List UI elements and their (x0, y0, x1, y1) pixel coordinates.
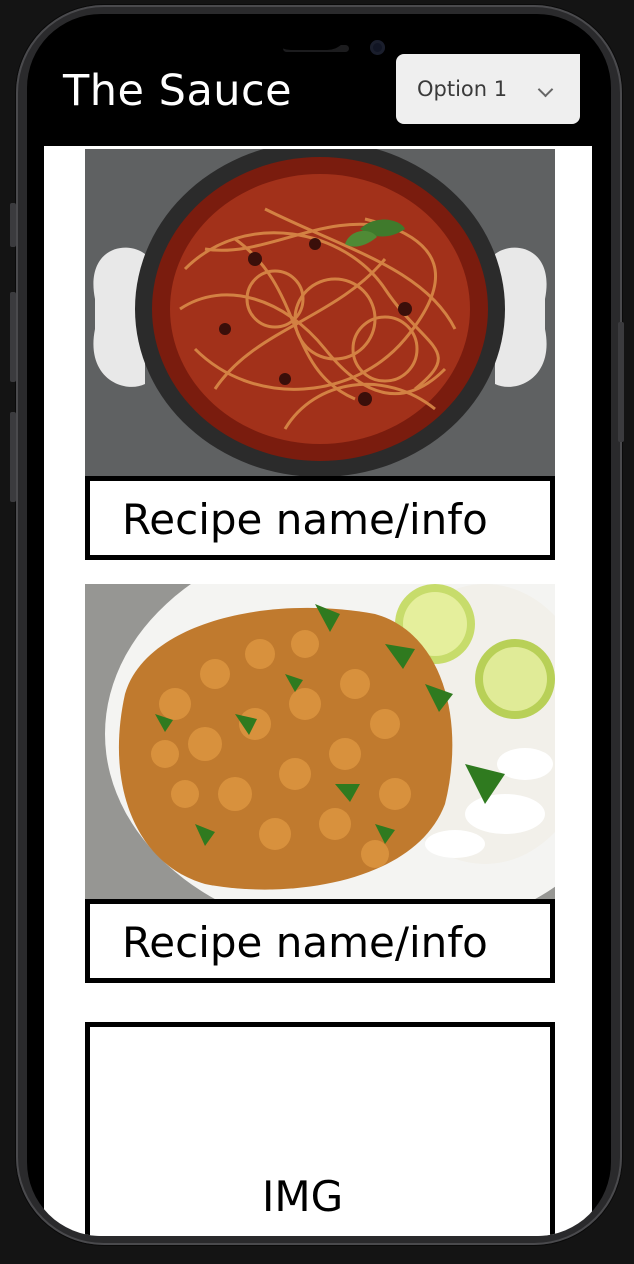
spaghetti-pot-photo (85, 149, 555, 477)
app-title: The Sauce (63, 66, 293, 116)
volume-down-button (10, 412, 16, 502)
volume-up-button (10, 292, 16, 382)
recipe-image-curry[interactable] (85, 584, 555, 900)
dynamic-island-notch (269, 14, 349, 50)
chickpea-curry-rice-photo (85, 584, 555, 900)
chevron-down-icon (537, 81, 554, 98)
recipe-card-info[interactable]: Recipe name/info (85, 476, 555, 560)
recipe-name: Recipe name/info (122, 495, 488, 544)
option-dropdown[interactable]: Option 1 (396, 54, 580, 124)
phone-screen: The Sauce Option 1 Recipe name/info Reci… (27, 14, 611, 1236)
mute-switch (10, 203, 16, 247)
image-placeholder-label: IMG (262, 1172, 344, 1221)
recipe-feed[interactable]: Recipe name/info Recipe name/info IMG (44, 146, 592, 1236)
image-placeholder[interactable]: IMG (85, 1022, 555, 1236)
recipe-name: Recipe name/info (122, 918, 488, 967)
power-button (618, 322, 624, 442)
recipe-card-info[interactable]: Recipe name/info (85, 899, 555, 983)
front-camera (370, 40, 385, 55)
dropdown-selected-value: Option 1 (417, 77, 508, 101)
recipe-image-spaghetti[interactable] (85, 149, 555, 477)
